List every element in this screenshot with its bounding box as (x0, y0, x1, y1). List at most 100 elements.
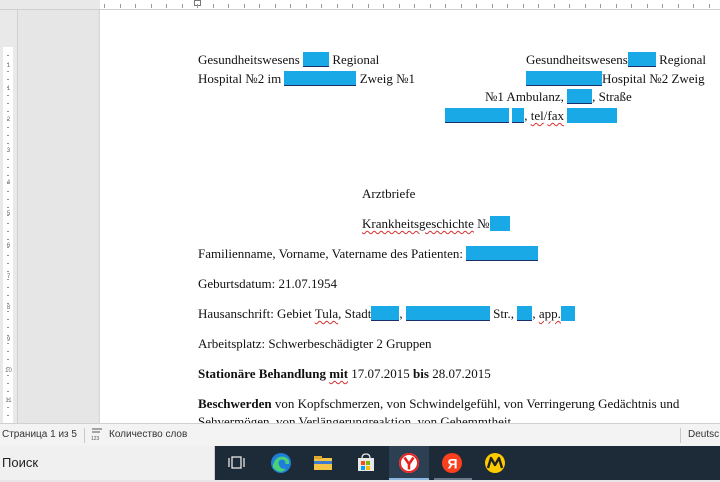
header-right-line2: Hospital №2 Zweig (526, 71, 705, 87)
yandex-market-icon[interactable] (481, 449, 509, 477)
redaction-block (405, 306, 490, 321)
text: №1 Ambulanz, (485, 89, 564, 104)
ruler-tick (569, 4, 570, 8)
text: Str., (493, 306, 515, 321)
ruler-number: 6 (6, 243, 11, 249)
ruler-tick (182, 4, 183, 8)
ruler-tick (120, 4, 121, 8)
text: 28.07.2015 (432, 366, 491, 381)
ruler-tick (7, 199, 9, 200)
text: tel (530, 108, 544, 123)
ruler-tick (290, 4, 291, 8)
patient-name-line: Familienname, Vorname, Vatername des Pat… (198, 246, 539, 262)
text: , (524, 108, 528, 123)
ruler-tick (414, 4, 415, 8)
edge-icon[interactable] (267, 449, 295, 477)
ruler-tick (7, 287, 9, 288)
ruler-tick (507, 4, 508, 8)
ruler-tick (7, 247, 9, 248)
ruler-tick (7, 79, 9, 80)
store-icon[interactable] (352, 449, 380, 477)
redaction-block (526, 71, 602, 86)
workplace-line: Arbeitsplatz: Schwerbeschädigter 2 Grupp… (198, 336, 432, 351)
document-title: Arztbriefe (362, 186, 416, 201)
ruler-tick (104, 4, 105, 8)
ruler-tick (7, 327, 9, 328)
ruler-tick (7, 183, 9, 184)
ruler-tick (7, 127, 9, 128)
ruler-tick (7, 311, 9, 312)
text: Gesundheitswesens (526, 52, 628, 67)
ruler-tick (7, 63, 9, 64)
ruler-tick (352, 4, 353, 8)
header-right-line1: Gesundheitswesens Regional (526, 52, 706, 68)
horizontal-ruler[interactable] (0, 0, 720, 10)
search-box[interactable]: Поиск (0, 446, 215, 480)
word-count[interactable]: Количество слов (109, 429, 187, 440)
ruler-tick (662, 4, 663, 8)
redaction-block (445, 108, 509, 123)
vertical-ruler[interactable]: 11234567891011 (0, 10, 18, 423)
yandex-browser-icon[interactable] (395, 449, 423, 477)
divider (84, 428, 85, 443)
ruler-tick (7, 279, 9, 280)
ruler-tick (631, 4, 632, 8)
svg-text:Я: Я (448, 456, 458, 472)
header-left-line1: Gesundheitswesens Regional (198, 52, 379, 68)
text: Regional (332, 52, 380, 67)
text: Regional (659, 52, 707, 67)
ruler-tick (709, 4, 710, 8)
ruler-tick (585, 4, 586, 8)
text: Krankheitsgeschichte (362, 216, 474, 231)
file-explorer-icon[interactable] (309, 449, 337, 477)
ruler-tick (445, 4, 446, 8)
document-canvas[interactable]: Gesundheitswesens Regional Hospital №2 i… (18, 10, 720, 423)
ruler-tick (7, 119, 9, 120)
ruler-tick (7, 343, 9, 344)
header-right-line4: , tel/fax (445, 108, 618, 124)
ruler-tick (7, 87, 9, 88)
ruler-tick (166, 4, 167, 8)
redaction-block (517, 306, 533, 321)
ruler-tick (7, 375, 9, 376)
redaction-block (466, 246, 539, 261)
ruler-tick (600, 4, 601, 8)
redaction-block (371, 306, 400, 321)
ruler-tick (7, 415, 9, 416)
redaction-block (567, 108, 618, 123)
language-indicator[interactable]: Deutsc (688, 429, 719, 440)
ruler-tick (7, 367, 9, 368)
yandex-icon[interactable]: Я (438, 449, 466, 477)
document-page[interactable]: Gesundheitswesens Regional Hospital №2 i… (100, 10, 720, 423)
page-count[interactable]: Страница 1 из 5 (2, 429, 77, 440)
text: Hospital №2 im (198, 71, 282, 86)
task-view-icon[interactable] (223, 449, 251, 477)
ruler-tick (259, 4, 260, 8)
ruler-tick (7, 303, 9, 304)
ruler-tick (7, 159, 9, 160)
ruler-tick (244, 4, 245, 8)
ruler-tick (492, 4, 493, 8)
text: , (532, 306, 536, 321)
ruler-tick (306, 4, 307, 8)
ruler-tick (213, 4, 214, 8)
ruler-tick (7, 351, 9, 352)
ruler-tick (151, 4, 152, 8)
redaction-block (489, 216, 510, 231)
ruler-tick (647, 4, 648, 8)
ruler-number: 10 (5, 368, 12, 374)
ruler-tick (7, 191, 9, 192)
text: mit (329, 366, 349, 381)
ruler-tick (275, 4, 276, 8)
text: Hausanschrift: Gebiet (198, 306, 312, 321)
header-right-line3: №1 Ambulanz, , Straße (485, 89, 632, 105)
history-number-line: Krankheitsgeschichte № (362, 216, 510, 232)
ruler-tick (7, 319, 9, 320)
text: Zweig №1 (359, 71, 416, 86)
ruler-tick (7, 55, 9, 56)
ruler-tick (7, 383, 9, 384)
ruler-tick (7, 335, 9, 336)
ruler-tick (7, 95, 9, 96)
status-bar: Страница 1 из 5 123 Количество слов Deut… (0, 423, 720, 447)
ruler-tick (678, 4, 679, 8)
